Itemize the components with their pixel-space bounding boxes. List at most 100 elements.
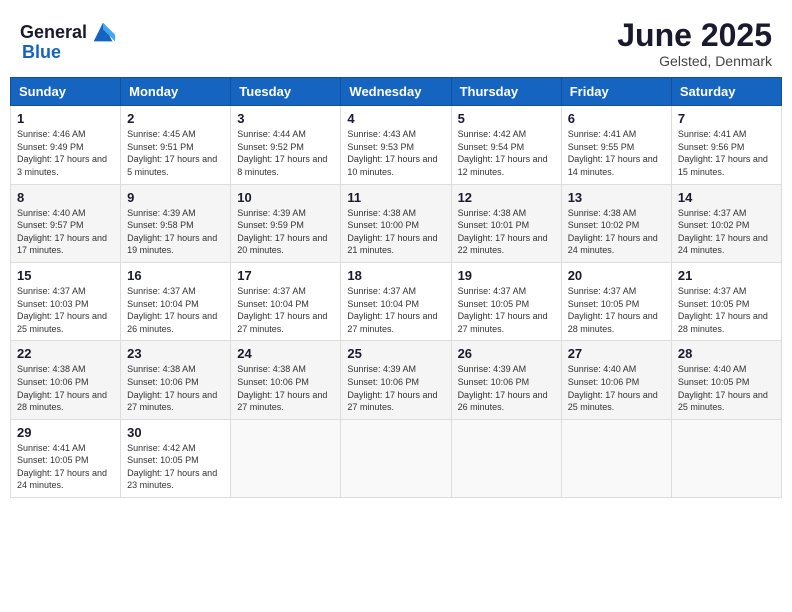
table-row: 8 Sunrise: 4:40 AM Sunset: 9:57 PM Dayli… bbox=[11, 184, 121, 262]
day-content: Sunrise: 4:42 AM Sunset: 10:05 PM Daylig… bbox=[127, 442, 224, 492]
day-content: Sunrise: 4:45 AM Sunset: 9:51 PM Dayligh… bbox=[127, 128, 224, 178]
day-number: 12 bbox=[458, 190, 555, 205]
day-number: 14 bbox=[678, 190, 775, 205]
calendar-header-row: Sunday Monday Tuesday Wednesday Thursday… bbox=[11, 78, 782, 106]
day-number: 21 bbox=[678, 268, 775, 283]
day-content: Sunrise: 4:40 AM Sunset: 10:05 PM Daylig… bbox=[678, 363, 775, 413]
table-row: 12 Sunrise: 4:38 AM Sunset: 10:01 PM Day… bbox=[451, 184, 561, 262]
day-content: Sunrise: 4:39 AM Sunset: 10:06 PM Daylig… bbox=[458, 363, 555, 413]
col-sunday: Sunday bbox=[11, 78, 121, 106]
day-number: 8 bbox=[17, 190, 114, 205]
day-content: Sunrise: 4:38 AM Sunset: 10:06 PM Daylig… bbox=[237, 363, 334, 413]
day-number: 13 bbox=[568, 190, 665, 205]
day-number: 25 bbox=[347, 346, 444, 361]
day-number: 19 bbox=[458, 268, 555, 283]
table-row: 5 Sunrise: 4:42 AM Sunset: 9:54 PM Dayli… bbox=[451, 106, 561, 184]
calendar-week-1: 1 Sunrise: 4:46 AM Sunset: 9:49 PM Dayli… bbox=[11, 106, 782, 184]
table-row bbox=[561, 419, 671, 497]
table-row: 30 Sunrise: 4:42 AM Sunset: 10:05 PM Day… bbox=[121, 419, 231, 497]
day-number: 20 bbox=[568, 268, 665, 283]
day-content: Sunrise: 4:46 AM Sunset: 9:49 PM Dayligh… bbox=[17, 128, 114, 178]
logo: General Blue bbox=[20, 18, 117, 63]
day-content: Sunrise: 4:42 AM Sunset: 9:54 PM Dayligh… bbox=[458, 128, 555, 178]
day-number: 28 bbox=[678, 346, 775, 361]
day-number: 4 bbox=[347, 111, 444, 126]
day-content: Sunrise: 4:38 AM Sunset: 10:01 PM Daylig… bbox=[458, 207, 555, 257]
col-monday: Monday bbox=[121, 78, 231, 106]
day-content: Sunrise: 4:37 AM Sunset: 10:05 PM Daylig… bbox=[678, 285, 775, 335]
table-row: 25 Sunrise: 4:39 AM Sunset: 10:06 PM Day… bbox=[341, 341, 451, 419]
calendar-table: Sunday Monday Tuesday Wednesday Thursday… bbox=[10, 77, 782, 498]
table-row: 4 Sunrise: 4:43 AM Sunset: 9:53 PM Dayli… bbox=[341, 106, 451, 184]
day-content: Sunrise: 4:43 AM Sunset: 9:53 PM Dayligh… bbox=[347, 128, 444, 178]
day-number: 15 bbox=[17, 268, 114, 283]
col-friday: Friday bbox=[561, 78, 671, 106]
table-row: 11 Sunrise: 4:38 AM Sunset: 10:00 PM Day… bbox=[341, 184, 451, 262]
location-title: Gelsted, Denmark bbox=[617, 53, 772, 69]
table-row bbox=[671, 419, 781, 497]
table-row: 28 Sunrise: 4:40 AM Sunset: 10:05 PM Day… bbox=[671, 341, 781, 419]
day-content: Sunrise: 4:39 AM Sunset: 9:58 PM Dayligh… bbox=[127, 207, 224, 257]
table-row: 10 Sunrise: 4:39 AM Sunset: 9:59 PM Dayl… bbox=[231, 184, 341, 262]
day-content: Sunrise: 4:44 AM Sunset: 9:52 PM Dayligh… bbox=[237, 128, 334, 178]
calendar-week-4: 22 Sunrise: 4:38 AM Sunset: 10:06 PM Day… bbox=[11, 341, 782, 419]
day-content: Sunrise: 4:41 AM Sunset: 9:56 PM Dayligh… bbox=[678, 128, 775, 178]
day-number: 6 bbox=[568, 111, 665, 126]
calendar-week-2: 8 Sunrise: 4:40 AM Sunset: 9:57 PM Dayli… bbox=[11, 184, 782, 262]
day-content: Sunrise: 4:38 AM Sunset: 10:02 PM Daylig… bbox=[568, 207, 665, 257]
day-content: Sunrise: 4:38 AM Sunset: 10:06 PM Daylig… bbox=[17, 363, 114, 413]
table-row: 2 Sunrise: 4:45 AM Sunset: 9:51 PM Dayli… bbox=[121, 106, 231, 184]
day-number: 3 bbox=[237, 111, 334, 126]
day-content: Sunrise: 4:41 AM Sunset: 9:55 PM Dayligh… bbox=[568, 128, 665, 178]
month-title: June 2025 bbox=[617, 18, 772, 53]
day-content: Sunrise: 4:39 AM Sunset: 10:06 PM Daylig… bbox=[347, 363, 444, 413]
day-number: 30 bbox=[127, 425, 224, 440]
day-number: 29 bbox=[17, 425, 114, 440]
day-content: Sunrise: 4:37 AM Sunset: 10:02 PM Daylig… bbox=[678, 207, 775, 257]
day-number: 9 bbox=[127, 190, 224, 205]
calendar-week-5: 29 Sunrise: 4:41 AM Sunset: 10:05 PM Day… bbox=[11, 419, 782, 497]
day-content: Sunrise: 4:37 AM Sunset: 10:04 PM Daylig… bbox=[347, 285, 444, 335]
title-area: June 2025 Gelsted, Denmark bbox=[617, 18, 772, 69]
col-tuesday: Tuesday bbox=[231, 78, 341, 106]
table-row: 9 Sunrise: 4:39 AM Sunset: 9:58 PM Dayli… bbox=[121, 184, 231, 262]
day-number: 5 bbox=[458, 111, 555, 126]
table-row: 29 Sunrise: 4:41 AM Sunset: 10:05 PM Day… bbox=[11, 419, 121, 497]
page-header: General Blue June 2025 Gelsted, Denmark bbox=[10, 10, 782, 69]
table-row: 19 Sunrise: 4:37 AM Sunset: 10:05 PM Day… bbox=[451, 262, 561, 340]
table-row: 17 Sunrise: 4:37 AM Sunset: 10:04 PM Day… bbox=[231, 262, 341, 340]
table-row: 14 Sunrise: 4:37 AM Sunset: 10:02 PM Day… bbox=[671, 184, 781, 262]
col-thursday: Thursday bbox=[451, 78, 561, 106]
day-number: 18 bbox=[347, 268, 444, 283]
table-row: 23 Sunrise: 4:38 AM Sunset: 10:06 PM Day… bbox=[121, 341, 231, 419]
day-number: 16 bbox=[127, 268, 224, 283]
day-number: 22 bbox=[17, 346, 114, 361]
day-content: Sunrise: 4:37 AM Sunset: 10:04 PM Daylig… bbox=[237, 285, 334, 335]
col-wednesday: Wednesday bbox=[341, 78, 451, 106]
day-content: Sunrise: 4:37 AM Sunset: 10:04 PM Daylig… bbox=[127, 285, 224, 335]
table-row: 6 Sunrise: 4:41 AM Sunset: 9:55 PM Dayli… bbox=[561, 106, 671, 184]
day-content: Sunrise: 4:37 AM Sunset: 10:03 PM Daylig… bbox=[17, 285, 114, 335]
logo-general-text: General bbox=[20, 22, 87, 43]
day-content: Sunrise: 4:38 AM Sunset: 10:06 PM Daylig… bbox=[127, 363, 224, 413]
table-row bbox=[341, 419, 451, 497]
day-content: Sunrise: 4:39 AM Sunset: 9:59 PM Dayligh… bbox=[237, 207, 334, 257]
day-content: Sunrise: 4:37 AM Sunset: 10:05 PM Daylig… bbox=[458, 285, 555, 335]
col-saturday: Saturday bbox=[671, 78, 781, 106]
table-row: 7 Sunrise: 4:41 AM Sunset: 9:56 PM Dayli… bbox=[671, 106, 781, 184]
day-number: 17 bbox=[237, 268, 334, 283]
logo-icon bbox=[89, 18, 117, 46]
table-row: 16 Sunrise: 4:37 AM Sunset: 10:04 PM Day… bbox=[121, 262, 231, 340]
day-number: 1 bbox=[17, 111, 114, 126]
day-content: Sunrise: 4:40 AM Sunset: 9:57 PM Dayligh… bbox=[17, 207, 114, 257]
day-content: Sunrise: 4:41 AM Sunset: 10:05 PM Daylig… bbox=[17, 442, 114, 492]
day-number: 7 bbox=[678, 111, 775, 126]
logo-blue-text: Blue bbox=[22, 42, 61, 63]
day-number: 10 bbox=[237, 190, 334, 205]
day-number: 27 bbox=[568, 346, 665, 361]
table-row: 27 Sunrise: 4:40 AM Sunset: 10:06 PM Day… bbox=[561, 341, 671, 419]
table-row: 26 Sunrise: 4:39 AM Sunset: 10:06 PM Day… bbox=[451, 341, 561, 419]
table-row: 22 Sunrise: 4:38 AM Sunset: 10:06 PM Day… bbox=[11, 341, 121, 419]
table-row: 24 Sunrise: 4:38 AM Sunset: 10:06 PM Day… bbox=[231, 341, 341, 419]
day-content: Sunrise: 4:40 AM Sunset: 10:06 PM Daylig… bbox=[568, 363, 665, 413]
